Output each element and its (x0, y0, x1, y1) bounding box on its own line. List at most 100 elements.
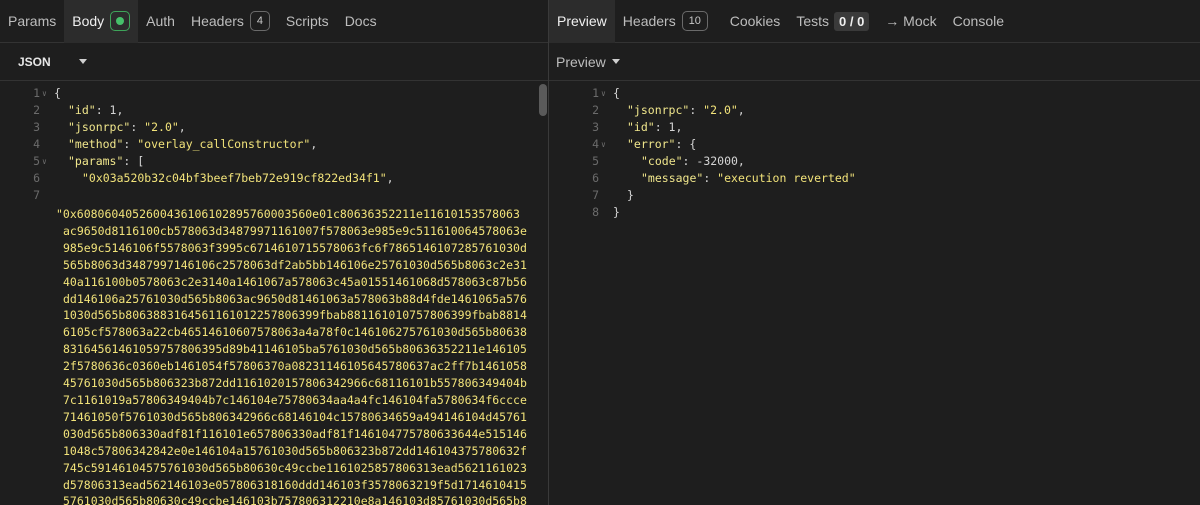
line-number: 6 (592, 171, 599, 185)
response-tabbar: Preview Headers 10 Cookies Tests 0 / 0 → M… (549, 0, 1200, 43)
fold-chevron-icon: ∨ (42, 89, 47, 98)
response-viewer: 1 ∨{2 "jsonrpc": "2.0", 3 "id": 1, 4 ∨ "error":… (559, 85, 856, 221)
active-dot-icon (110, 11, 131, 31)
line-number: 3 (592, 120, 599, 134)
bytecode-line: 83164561461059757806395d89b41146105ba576… (63, 342, 527, 357)
fold-gutter (42, 102, 52, 119)
json-key: "error" (627, 137, 676, 151)
line-number: 8 (592, 205, 599, 219)
code-text: { (611, 85, 620, 102)
tab-label: → Mock (885, 13, 937, 29)
tab-cookies[interactable]: Cookies (716, 0, 789, 43)
json-key: "id" (68, 103, 96, 117)
code-punct: { (613, 86, 620, 100)
bytecode-line: d57806313ead562146103e057806318160ddd146… (63, 477, 527, 492)
json-string: "overlay_callConstructor" (137, 137, 311, 151)
tab-auth[interactable]: Auth (138, 0, 183, 43)
preview-mode-select[interactable]: Preview (556, 54, 606, 70)
tab-label: Auth (146, 13, 175, 29)
code-line: 3 "jsonrpc": "2.0", (0, 119, 394, 136)
tab-preview[interactable]: Preview (549, 0, 615, 43)
tab-scripts[interactable]: Scripts (278, 0, 337, 43)
tab-response-headers[interactable]: Headers 10 (615, 0, 716, 43)
tab-label: Console (952, 13, 1005, 29)
line-number: 7 (33, 188, 40, 202)
json-key: "code" (641, 154, 683, 168)
code-text: "0x03a520b32c04bf3beef7beb72e919cf822ed3… (52, 170, 394, 187)
tab-label: Scripts (285, 13, 329, 29)
code-line: 4 ∨ "error": { (559, 136, 856, 153)
fold-gutter (42, 187, 52, 204)
bytecode-line: 565b8063d3487997146106c2578063df2ab5bb14… (63, 257, 527, 272)
code-text: "params": [ (52, 153, 144, 170)
bytecode-line: 985e9c5146106f5578063f3995c6714610715578… (63, 240, 527, 255)
json-key: "jsonrpc" (68, 120, 131, 134)
chevron-down-icon[interactable] (78, 59, 87, 64)
code-text: "id": 1, (52, 102, 123, 119)
code-line: 1 ∨ { (559, 85, 856, 102)
tab-label: Preview (557, 13, 607, 29)
code-punct: , (178, 120, 186, 134)
line-number: 4 (33, 137, 40, 151)
code-punct: : (703, 171, 718, 185)
code-text: "jsonrpc": "2.0", (611, 102, 745, 119)
bytecode-line: "0x6080604052600436106102895760003560e01… (56, 207, 520, 221)
response-pane: Preview Headers 10 Cookies Tests 0 / 0 → M… (549, 0, 1200, 505)
code-text: { (52, 85, 61, 102)
code-text: } (611, 204, 620, 221)
editor-scrollbar[interactable] (539, 84, 547, 116)
code-punct: : { (675, 137, 697, 151)
line-number: 5 (33, 154, 40, 168)
body-format-bar: JSON (0, 43, 548, 81)
json-string: "2.0" (703, 103, 738, 117)
request-body-editor[interactable]: 1 ∨{2 "id": 1, 3 "jsonrpc": "2.0", 4 "method":… (0, 85, 394, 204)
tab-label: Headers (190, 13, 244, 29)
tab-label: Headers (622, 13, 676, 29)
fold-gutter (601, 153, 611, 170)
bytecode-string: "0x6080604052600436106102895760003560e01… (56, 206, 527, 505)
tab-body[interactable]: Body (64, 0, 139, 43)
line-number: 3 (33, 120, 40, 134)
bytecode-line: 745c59146104575761030d565b80630c49ccbe11… (63, 460, 527, 475)
tab-console[interactable]: Console (945, 0, 1012, 43)
tab-label: Cookies (729, 13, 781, 29)
tab-mock[interactable]: → Mock (877, 0, 944, 43)
tab-tests[interactable]: Tests 0 / 0 (788, 0, 877, 43)
code-line: 2 "id": 1, (0, 102, 394, 119)
code-text: "error": { (611, 136, 696, 153)
fold-gutter (601, 102, 611, 119)
bytecode-line: 1030d565b8063883164561161012257806399fba… (63, 308, 527, 323)
tab-label: Params (8, 13, 57, 29)
fold-chevron-icon: ∨ (601, 89, 606, 98)
code-punct: : (123, 137, 138, 151)
response-headers-count-badge: 10 (681, 11, 708, 31)
code-line: 6 "0x03a520b32c04bf3beef7beb72e919cf822ed… (0, 170, 394, 187)
code-line: 8} (559, 204, 856, 221)
bytecode-line: 45761030d565b806323b872dd116102015780634… (63, 376, 527, 391)
code-line: 1 ∨ { (0, 85, 394, 102)
json-string: "0x03a520b32c04bf3beef7beb72e919cf822ed3… (82, 171, 387, 185)
tab-headers[interactable]: Headers 4 (183, 0, 278, 43)
code-line: 7} (559, 187, 856, 204)
bytecode-line: 6105cf578063a22cb46514610607578063a4a78f… (63, 325, 527, 340)
line-number: 6 (33, 171, 40, 185)
tab-docs[interactable]: Docs (337, 0, 385, 43)
tab-label: Tests (796, 13, 829, 29)
chevron-down-icon[interactable] (611, 59, 620, 64)
json-string: "execution reverted" (717, 171, 856, 185)
body-format-select[interactable]: JSON (18, 55, 51, 69)
bytecode-line: 5761030d565b80630c49ccbe146103b757806312… (63, 494, 527, 505)
code-line: 3 "id": 1, (559, 119, 856, 136)
code-punct: } (613, 205, 620, 219)
request-tabbar: Params Body Auth Headers 4 Scripts Docs (0, 0, 548, 43)
code-text: } (611, 187, 634, 204)
code-punct: , (310, 137, 318, 151)
tab-params[interactable]: Params (0, 0, 64, 43)
json-string: "2.0" (144, 120, 179, 134)
code-line: 6 "message": "execution reverted" (559, 170, 856, 187)
bytecode-line: 7c1161019a57806349404b7c146104e75780634a… (63, 392, 527, 407)
tab-label: Docs (344, 13, 377, 29)
line-number: 1 (33, 86, 40, 100)
fold-chevron-icon: ∨ (42, 157, 47, 166)
fold-gutter (601, 187, 611, 204)
